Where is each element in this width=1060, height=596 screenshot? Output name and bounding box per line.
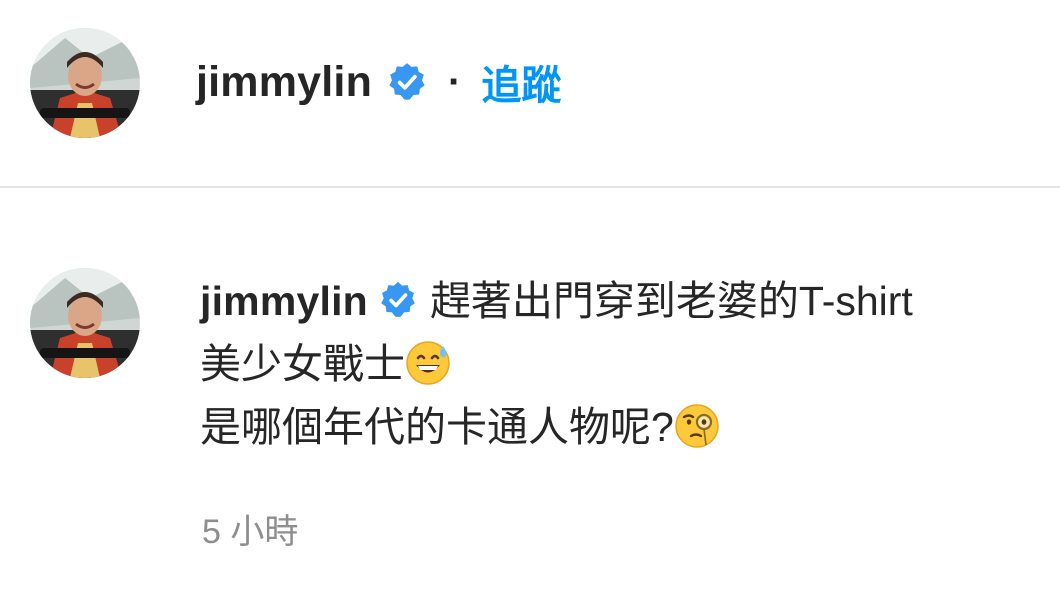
comment-line-2: 美少女戰士 xyxy=(200,333,1050,396)
avatar-image xyxy=(30,268,140,378)
face-with-monocle-icon xyxy=(674,403,720,449)
header-row: jimmylin · 追蹤 xyxy=(196,50,561,114)
follow-button[interactable]: 追蹤 xyxy=(481,53,561,111)
post-header: jimmylin · 追蹤 xyxy=(0,0,1060,186)
comment-body: jimmylin 趕著出門穿到老婆的T-shirt 美少女戰士 是哪個年代的卡通… xyxy=(200,270,1050,459)
comment-line-3: 是哪個年代的卡通人物呢? xyxy=(200,396,1050,459)
comment-avatar[interactable] xyxy=(30,268,140,378)
comment-text-line-2: 美少女戰士 xyxy=(200,341,405,387)
avatar-image xyxy=(30,28,140,138)
comment-timestamp[interactable]: 5 小時 xyxy=(202,504,298,553)
caption-comment: jimmylin 趕著出門穿到老婆的T-shirt 美少女戰士 是哪個年代的卡通… xyxy=(0,188,1060,596)
verified-badge-icon xyxy=(386,61,428,103)
comment-username-link[interactable]: jimmylin xyxy=(200,278,368,324)
verified-badge-icon xyxy=(378,280,418,320)
avatar[interactable] xyxy=(30,28,140,138)
separator-dot: · xyxy=(448,60,462,104)
comment-text-line-1: 趕著出門穿到老婆的T-shirt xyxy=(429,278,913,324)
comment-text-line-3: 是哪個年代的卡通人物呢? xyxy=(200,404,674,450)
grinning-face-with-sweat-icon xyxy=(405,340,451,386)
comment-line-1: jimmylin 趕著出門穿到老婆的T-shirt xyxy=(200,270,1050,333)
username-link[interactable]: jimmylin xyxy=(196,58,372,107)
